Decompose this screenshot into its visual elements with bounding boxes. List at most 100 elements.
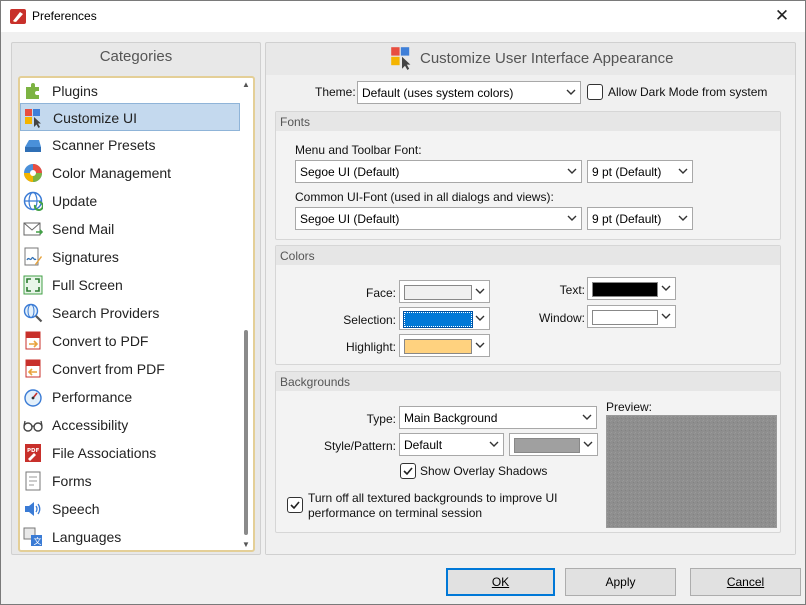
category-label: Speech	[52, 501, 100, 517]
category-item-send-mail[interactable]: Send Mail	[20, 215, 240, 243]
category-item-forms[interactable]: Forms	[20, 467, 240, 495]
style-pattern-dropdown[interactable]: Default	[399, 433, 504, 456]
fonts-group-header: Fonts	[276, 112, 780, 131]
settings-panel: Customize User Interface Appearance Them…	[265, 42, 796, 555]
window-color-picker[interactable]	[587, 305, 676, 328]
category-item-scanner-presets[interactable]: Scanner Presets	[20, 131, 240, 159]
pattern-color-picker[interactable]	[509, 433, 598, 456]
category-item-speech[interactable]: Speech	[20, 495, 240, 523]
text-color-picker[interactable]	[587, 277, 676, 300]
preview-label: Preview:	[606, 400, 653, 414]
chevron-down-icon	[567, 215, 577, 221]
common-font-value: Segoe UI (Default)	[300, 212, 400, 226]
category-item-plugins[interactable]: Plugins	[20, 78, 240, 105]
face-color-swatch	[404, 285, 472, 300]
gauge-icon	[24, 389, 42, 407]
highlight-color-picker[interactable]	[399, 334, 490, 357]
bg-type-dropdown[interactable]: Main Background	[399, 406, 597, 429]
category-label: Update	[52, 193, 98, 209]
categories-scrollbar[interactable]: ▲ ▼	[240, 78, 253, 550]
category-item-convert-to-pdf[interactable]: Convert to PDF	[20, 327, 240, 355]
face-label: Face:	[365, 286, 396, 300]
checkmark-icon	[290, 501, 300, 510]
speaker-icon	[25, 502, 41, 516]
category-item-convert-from-pdf[interactable]: Convert from PDF	[20, 355, 240, 383]
cancel-button[interactable]: Cancel	[690, 568, 801, 596]
cancel-button-label: Cancel	[726, 575, 765, 589]
backgrounds-group-header: Backgrounds	[276, 372, 780, 391]
category-item-accessibility[interactable]: Accessibility	[20, 411, 240, 439]
glasses-icon	[23, 420, 43, 432]
category-item-signatures[interactable]: Signatures	[20, 243, 240, 271]
form-icon	[25, 471, 41, 491]
chevron-down-icon	[475, 288, 485, 294]
textured-backgrounds-checkbox[interactable]	[287, 497, 303, 513]
chevron-down-icon	[582, 414, 592, 420]
category-item-color-management[interactable]: Color Management	[20, 159, 240, 187]
colors-group: Colors Face: Selection: Highlight: Text:…	[275, 245, 781, 365]
category-item-customize-ui[interactable]: Customize UI	[20, 103, 240, 131]
scroll-thumb[interactable]	[244, 330, 248, 535]
category-label: Languages	[52, 529, 122, 545]
scroll-down-arrow-icon[interactable]: ▼	[242, 540, 250, 549]
preferences-dialog: Preferences ✕ Categories Plugins Customi…	[0, 0, 806, 605]
signature-icon	[24, 247, 42, 266]
face-color-picker[interactable]	[399, 280, 490, 303]
chevron-down-icon	[583, 441, 593, 447]
common-font-size-dropdown[interactable]: 9 pt (Default)	[587, 207, 693, 230]
apply-button[interactable]: Apply	[565, 568, 676, 596]
category-label: Customize UI	[53, 110, 138, 126]
ok-button[interactable]: OK	[446, 568, 555, 596]
dark-mode-label: Allow Dark Mode from system	[608, 85, 768, 99]
puzzle-icon	[26, 83, 39, 99]
checkmark-icon	[403, 467, 413, 476]
category-label: Accessibility	[52, 417, 129, 433]
category-label: Plugins	[52, 83, 98, 99]
backgrounds-group: Backgrounds Type: Main Background Style/…	[275, 371, 781, 533]
close-button[interactable]: ✕	[759, 1, 805, 32]
category-item-update[interactable]: Update	[20, 187, 240, 215]
textured-backgrounds-label-line2: performance on terminal session	[308, 506, 483, 520]
fonts-group-title: Fonts	[280, 115, 311, 129]
highlight-color-swatch	[404, 339, 472, 354]
selection-color-picker[interactable]	[399, 307, 490, 330]
category-item-languages[interactable]: 文 Languages	[20, 523, 240, 550]
category-label: Forms	[52, 473, 92, 489]
menu-font-value: Segoe UI (Default)	[300, 165, 400, 179]
chevron-down-icon	[567, 168, 577, 174]
search-globe-icon	[23, 303, 43, 323]
category-item-performance[interactable]: Performance	[20, 383, 240, 411]
category-label: Send Mail	[52, 221, 115, 237]
text-color-label: Text:	[559, 283, 585, 297]
convert-to-pdf-icon	[25, 331, 41, 350]
common-font-dropdown[interactable]: Segoe UI (Default)	[295, 207, 582, 230]
convert-from-pdf-icon	[25, 359, 41, 378]
selection-label: Selection:	[343, 313, 396, 327]
chevron-down-icon	[475, 315, 485, 321]
dark-mode-checkbox[interactable]	[587, 84, 603, 100]
apply-button-label: Apply	[605, 575, 636, 589]
svg-text:PDF: PDF	[27, 448, 40, 454]
category-label: Color Management	[52, 165, 172, 181]
categories-list[interactable]: Plugins Customize UI Scanner Presets Col…	[18, 76, 255, 552]
scroll-up-arrow-icon[interactable]: ▲	[242, 80, 250, 89]
menu-font-dropdown[interactable]: Segoe UI (Default)	[295, 160, 582, 183]
category-label: File Associations	[52, 445, 157, 461]
menu-font-label: Menu and Toolbar Font:	[295, 143, 422, 157]
palette-cursor-icon	[25, 109, 41, 128]
menu-font-size-dropdown[interactable]: 9 pt (Default)	[587, 160, 693, 183]
background-preview	[606, 415, 777, 528]
window-color-label: Window:	[538, 311, 585, 325]
scanner-icon	[25, 140, 41, 152]
theme-dropdown[interactable]: Default (uses system colors)	[357, 81, 581, 104]
category-item-file-associations[interactable]: PDF File Associations	[20, 439, 240, 467]
envelope-icon	[23, 222, 43, 236]
pattern-color-swatch	[514, 438, 580, 453]
overlay-shadows-checkbox[interactable]	[400, 463, 416, 479]
category-item-search-providers[interactable]: Search Providers	[20, 299, 240, 327]
category-item-full-screen[interactable]: Full Screen	[20, 271, 240, 299]
textured-backgrounds-label-line1: Turn off all textured backgrounds to imp…	[308, 491, 558, 505]
colors-group-title: Colors	[280, 249, 315, 263]
style-pattern-label: Style/Pattern:	[323, 439, 396, 453]
ok-button-label: OK	[491, 575, 510, 589]
